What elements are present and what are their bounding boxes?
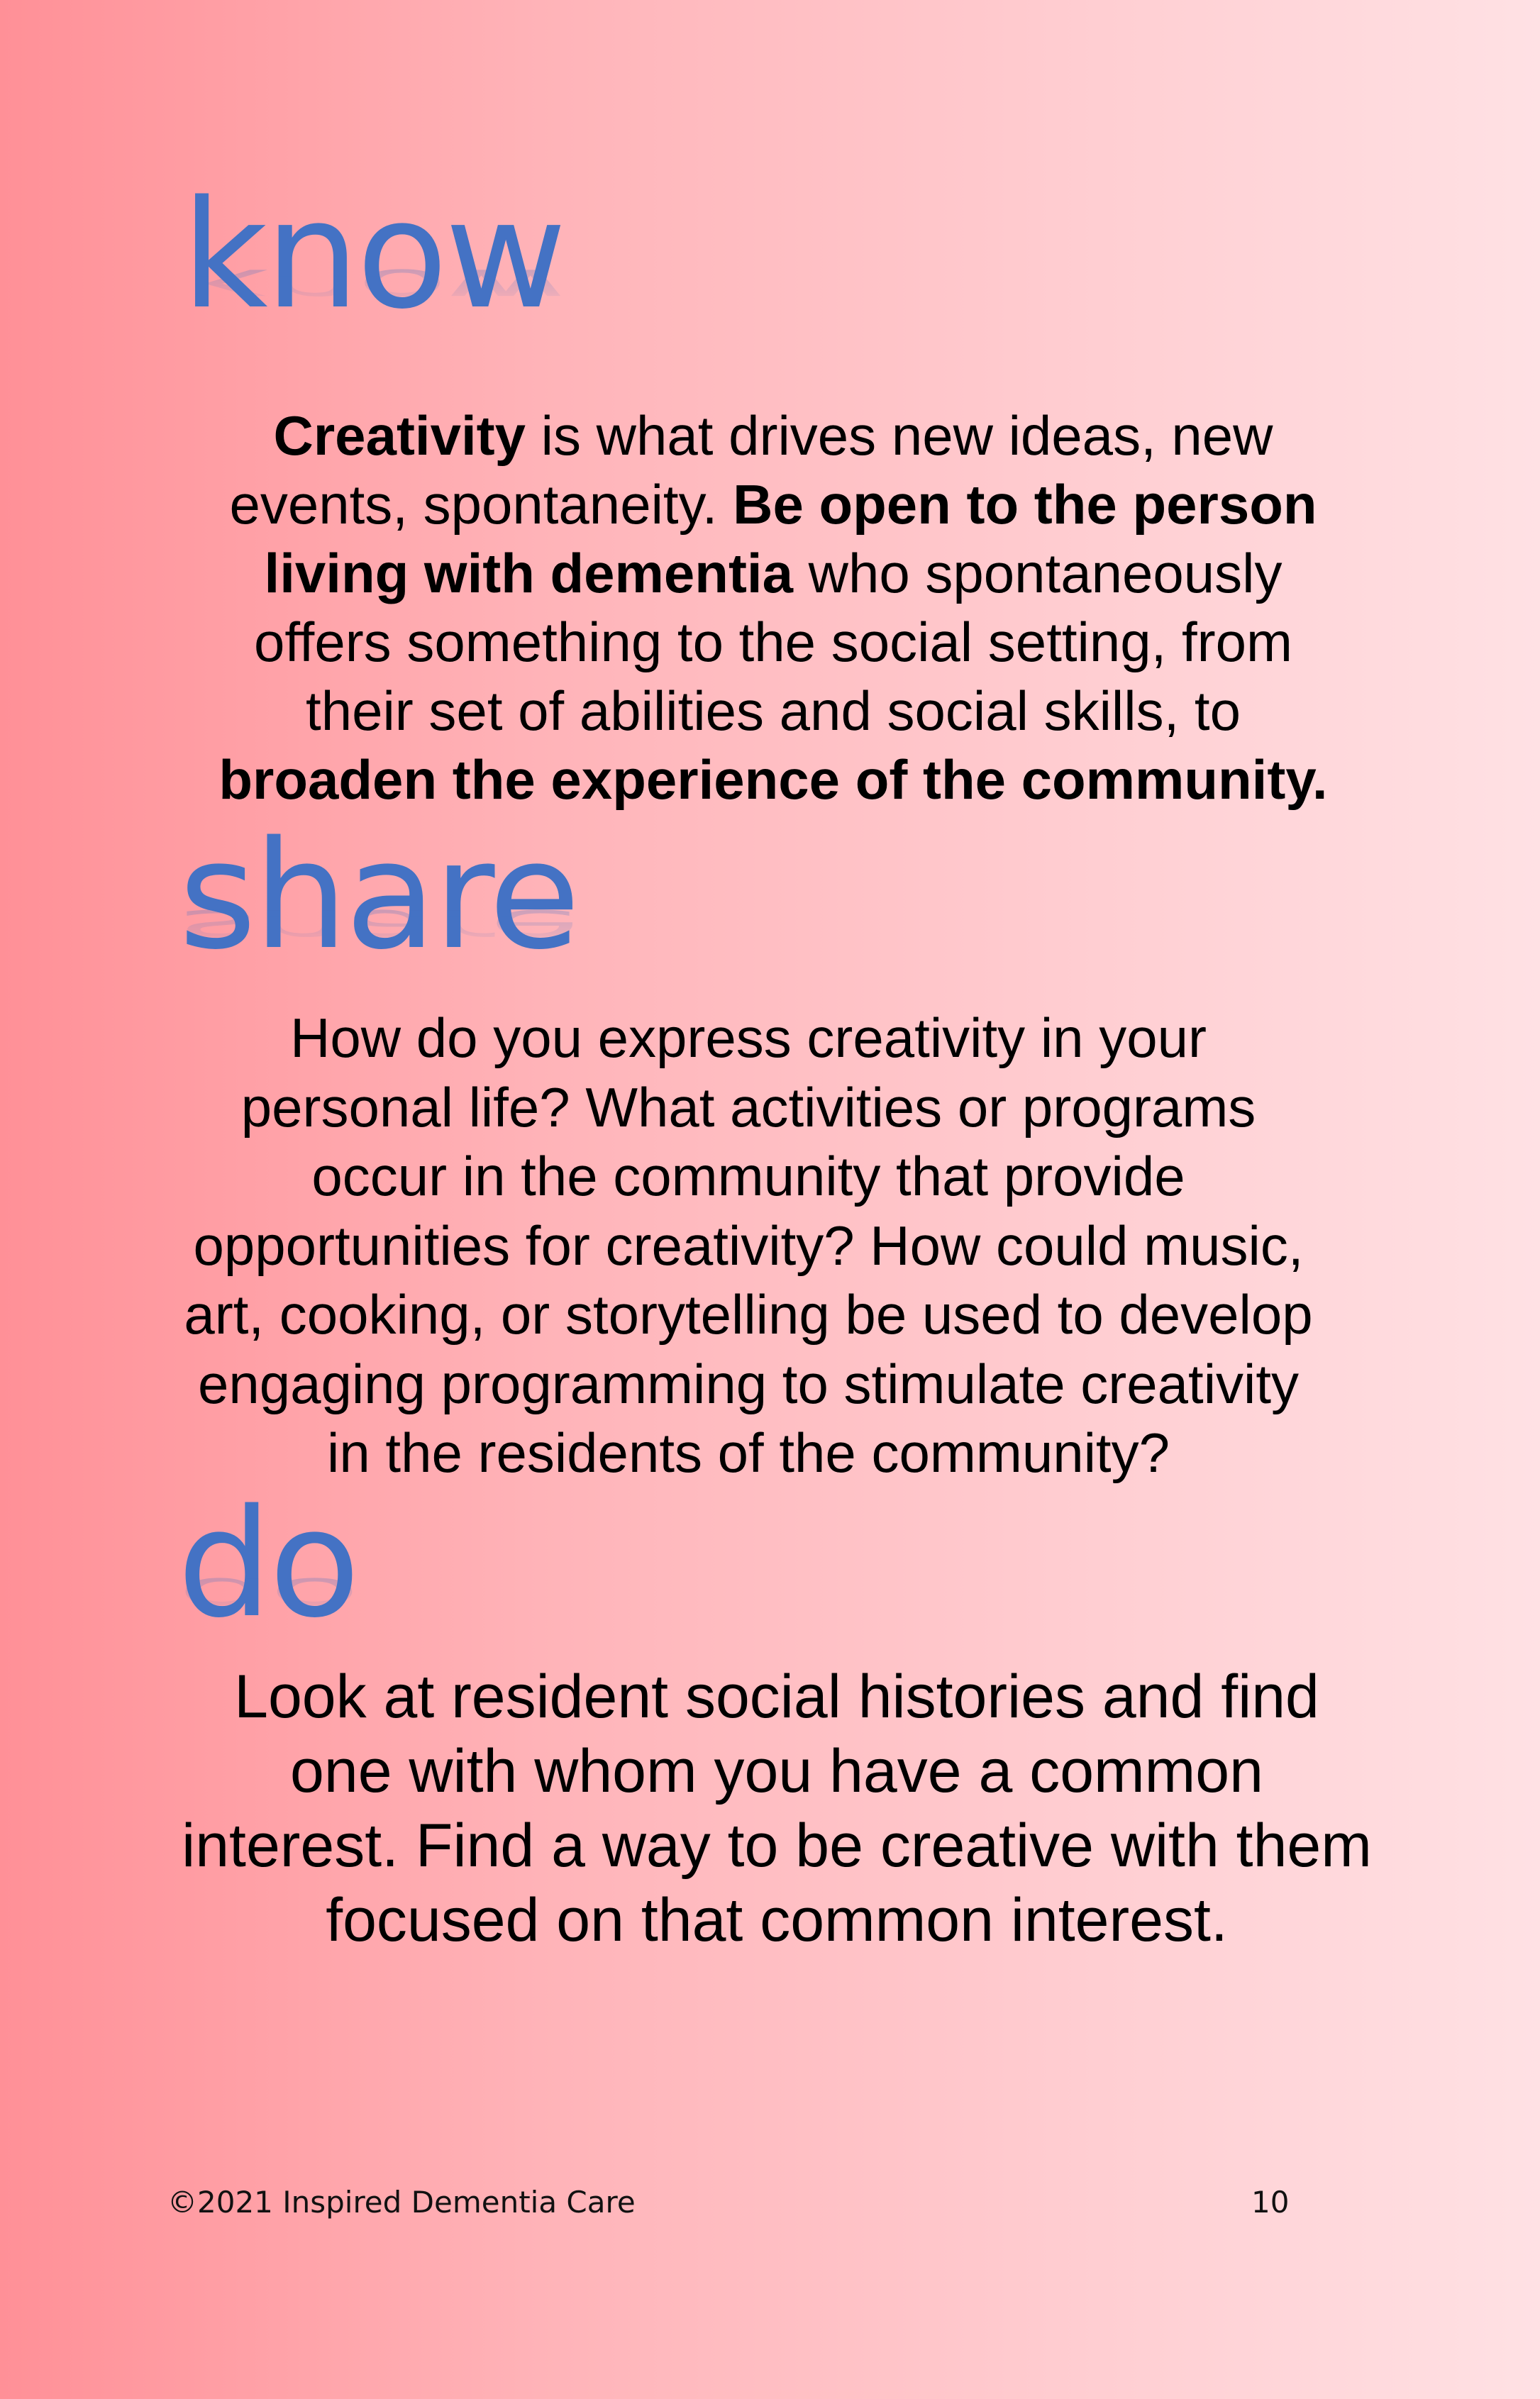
do-line: interest. Find a way to be creative with…: [182, 1812, 1372, 1880]
share-line: art, cooking, or storytelling be used to…: [184, 1283, 1313, 1346]
know-text: offers something to the social setting, …: [254, 611, 1292, 673]
do-line: Look at resident social histories and fi…: [234, 1663, 1319, 1731]
share-line: occur in the community that provide: [311, 1145, 1185, 1207]
know-text: who spontaneously: [792, 542, 1283, 604]
heading-know-reflection: know: [182, 258, 564, 314]
know-bold-text: Creativity: [273, 404, 526, 467]
heading-share: share share: [179, 821, 580, 970]
share-line: personal life? What activities or progra…: [240, 1075, 1256, 1138]
share-line: opportunities for creativity? How could …: [193, 1214, 1304, 1277]
heading-know: know know: [182, 181, 567, 330]
know-bold-text: broaden the experience of the community.: [218, 748, 1328, 811]
share-paragraph: How do you express creativity in your pe…: [106, 1004, 1390, 1488]
know-text: is what drives new ideas, new: [526, 404, 1273, 467]
heading-share-reflection: share: [179, 899, 578, 955]
heading-do: do do: [177, 1490, 360, 1639]
know-bold-text: living with dementia: [264, 542, 793, 604]
know-paragraph: Creativity is what drives new ideas, new…: [142, 401, 1405, 814]
share-line: engaging programming to stimulate creati…: [197, 1352, 1300, 1415]
do-line: focused on that common interest.: [326, 1886, 1228, 1954]
page-number: 10: [1251, 2185, 1290, 2220]
know-text: events, spontaneity.: [229, 473, 733, 536]
heading-do-reflection: do: [177, 1567, 358, 1623]
footer-copyright: ©2021 Inspired Dementia Care: [167, 2185, 636, 2220]
share-line: in the residents of the community?: [327, 1422, 1170, 1484]
share-line: How do you express creativity in your: [290, 1007, 1207, 1069]
do-paragraph: Look at resident social histories and fi…: [128, 1660, 1426, 1958]
know-bold-text: Be open to the person: [733, 473, 1317, 536]
know-text: their set of abilities and social skills…: [306, 680, 1241, 742]
do-line: one with whom you have a common: [290, 1737, 1263, 1805]
